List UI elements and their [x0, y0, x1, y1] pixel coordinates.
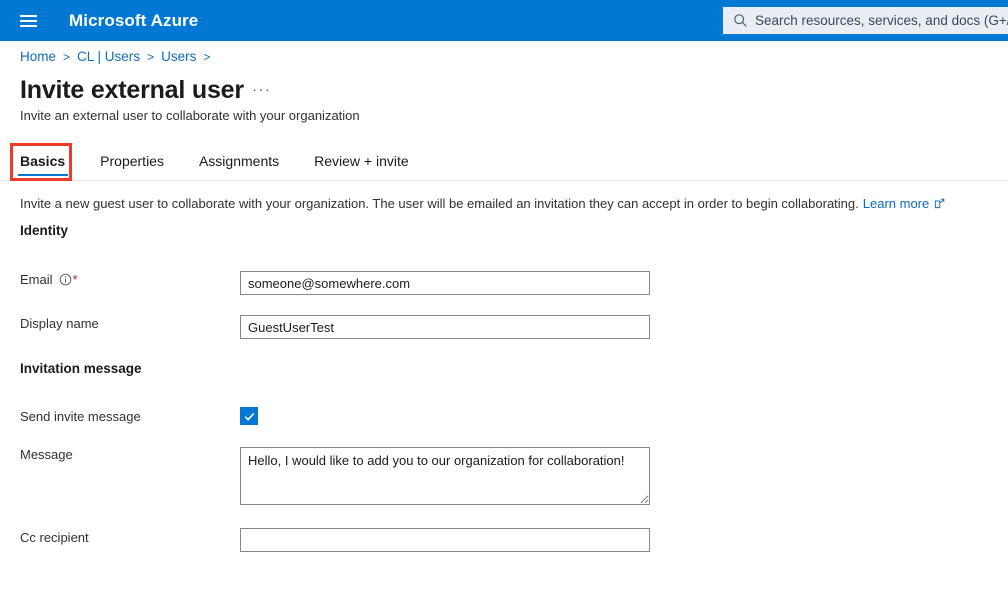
- tab-bar: Basics Properties Assignments Review + i…: [17, 148, 444, 176]
- learn-more-link[interactable]: Learn more: [863, 196, 929, 211]
- message-textarea[interactable]: Hello, I would like to add you to our or…: [240, 447, 650, 505]
- tab-bar-divider: [0, 180, 1008, 181]
- cc-recipient-input[interactable]: [240, 528, 650, 552]
- hamburger-menu-icon[interactable]: [8, 0, 48, 41]
- section-heading-identity: Identity: [20, 223, 69, 238]
- display-name-input[interactable]: [240, 315, 650, 339]
- send-invite-message-label: Send invite message: [20, 409, 141, 424]
- cc-recipient-label: Cc recipient: [20, 530, 89, 545]
- email-label-text: Email: [20, 272, 53, 287]
- email-input[interactable]: [240, 271, 650, 295]
- global-search-placeholder: Search resources, services, and docs (G+…: [755, 13, 1008, 28]
- external-link-icon[interactable]: [934, 197, 945, 212]
- display-name-label: Display name: [20, 316, 99, 331]
- hamburger-bar: [19, 19, 37, 22]
- breadcrumb-item-cl-users[interactable]: CL | Users: [77, 49, 140, 64]
- tab-basics[interactable]: Basics: [17, 153, 69, 176]
- info-icon[interactable]: [59, 273, 72, 286]
- required-marker: *: [72, 272, 78, 287]
- tab-assignments[interactable]: Assignments: [199, 153, 279, 176]
- form-description: Invite a new guest user to collaborate w…: [20, 196, 945, 212]
- global-search-box[interactable]: Search resources, services, and docs (G+…: [723, 7, 1008, 34]
- hamburger-bar: [19, 14, 37, 17]
- email-label: Email *: [20, 272, 78, 287]
- tab-review-invite[interactable]: Review + invite: [314, 153, 409, 176]
- breadcrumb-separator: >: [203, 49, 211, 64]
- message-label: Message: [20, 447, 73, 462]
- section-heading-invitation-message: Invitation message: [20, 361, 142, 376]
- send-invite-message-checkbox[interactable]: [240, 407, 258, 425]
- tab-properties[interactable]: Properties: [100, 153, 164, 176]
- top-navigation-bar: Microsoft Azure Search resources, servic…: [0, 0, 1008, 41]
- breadcrumb: Home > CL | Users > Users >: [20, 49, 217, 64]
- breadcrumb-separator: >: [147, 49, 155, 64]
- more-options-icon[interactable]: ···: [252, 82, 272, 97]
- breadcrumb-item-users[interactable]: Users: [161, 49, 196, 64]
- form-description-text: Invite a new guest user to collaborate w…: [20, 196, 859, 211]
- brand-title[interactable]: Microsoft Azure: [69, 11, 198, 31]
- breadcrumb-separator: >: [63, 49, 71, 64]
- page-subtitle: Invite an external user to collaborate w…: [20, 108, 360, 123]
- hamburger-bar: [19, 24, 37, 27]
- page-title: Invite external user: [20, 76, 244, 104]
- checkmark-icon: [244, 412, 254, 421]
- breadcrumb-item-home[interactable]: Home: [20, 49, 56, 64]
- search-icon: [731, 12, 749, 30]
